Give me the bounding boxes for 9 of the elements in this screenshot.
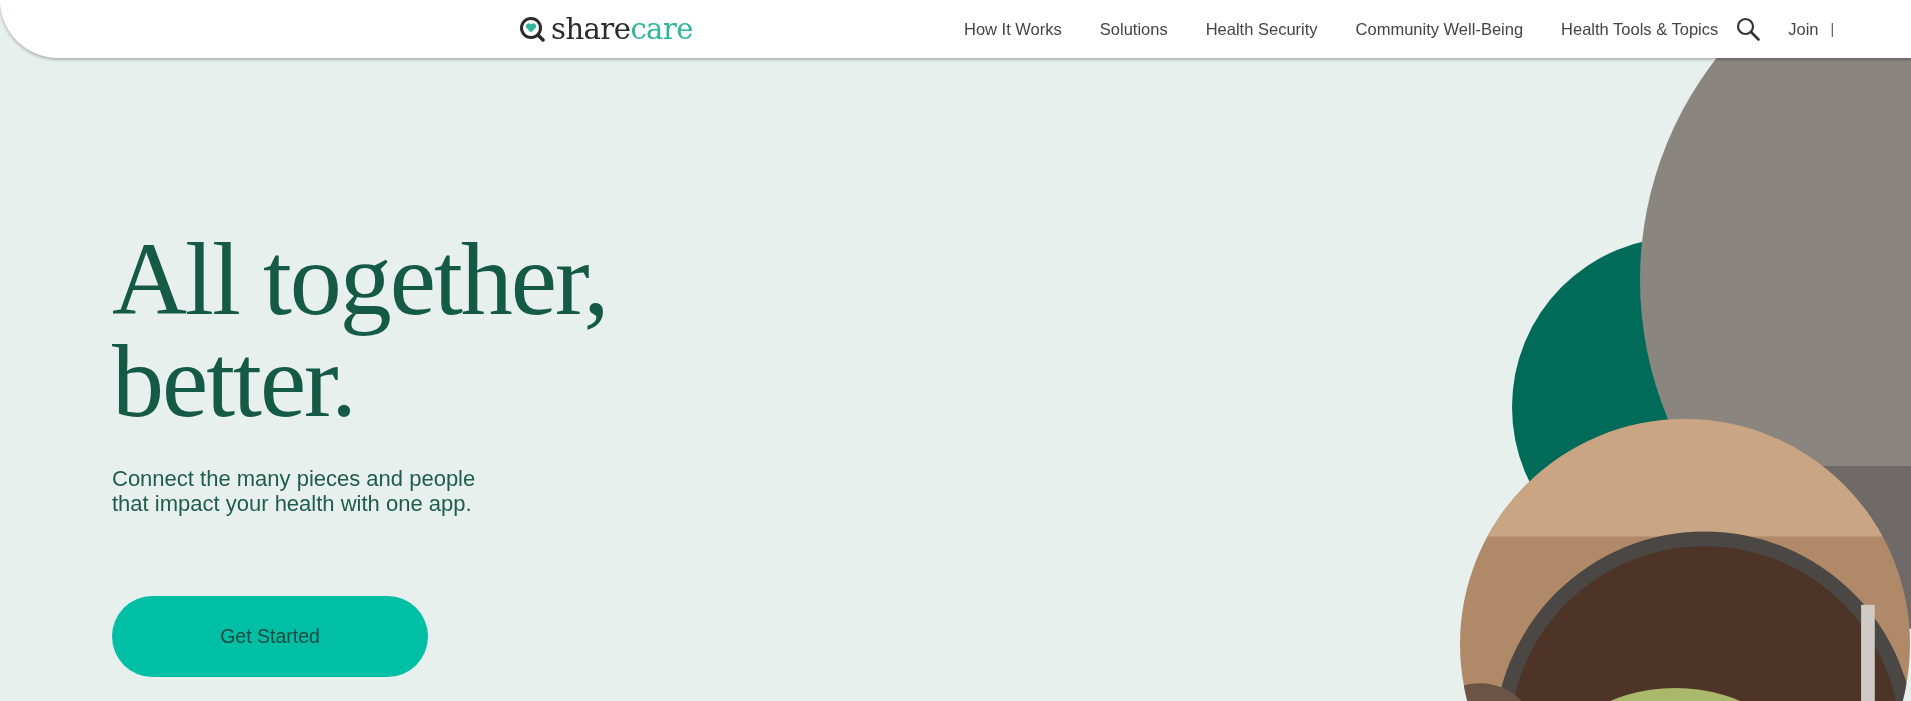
headline: All together, better. <box>112 228 608 432</box>
nav-link[interactable]: Health Security <box>1205 19 1318 39</box>
nav-link[interactable]: How It Works <box>964 19 1062 39</box>
subtitle: Connect the many pieces and people that impact your health with one app. <box>112 466 477 516</box>
nav-link[interactable]: Community Well-Being <box>1355 19 1524 39</box>
logo[interactable]: sharecare <box>551 12 693 46</box>
get-started-button[interactable]: Get Started <box>112 596 428 677</box>
logo-icon <box>519 16 545 42</box>
nav-link[interactable]: Solutions <box>1099 19 1168 39</box>
